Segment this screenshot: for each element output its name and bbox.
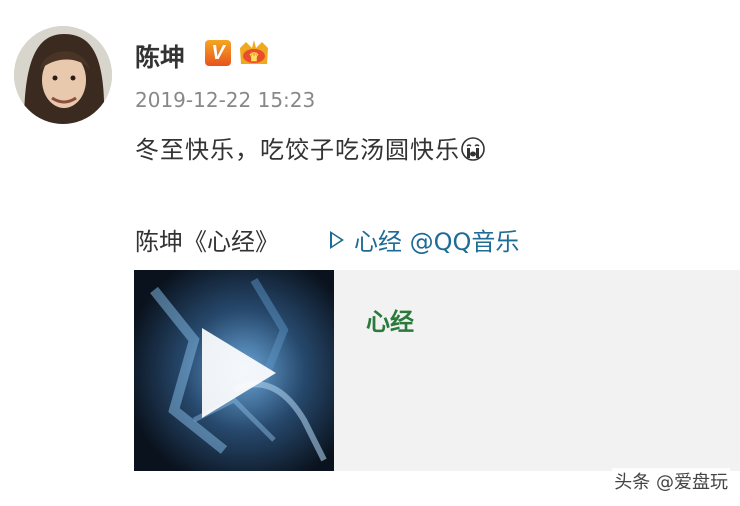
- play-icon: [330, 231, 344, 249]
- music-share-link-label: 心经 @QQ音乐: [354, 228, 520, 256]
- post-timestamp[interactable]: 2019-12-22 15:23: [135, 88, 315, 112]
- music-card[interactable]: 心经: [134, 270, 740, 471]
- avatar[interactable]: [14, 26, 112, 124]
- album-cover[interactable]: [134, 270, 334, 471]
- music-share-link[interactable]: 心经 @QQ音乐: [330, 222, 519, 257]
- share-prefix: 陈坤《心经》: [135, 228, 279, 256]
- crown-member-icon[interactable]: ♛: [237, 38, 271, 68]
- svg-text:♛: ♛: [249, 50, 260, 64]
- crying-face-emoji-icon: [460, 136, 486, 162]
- post-text: 冬至快乐，吃饺子吃汤圆快乐: [135, 130, 486, 165]
- card-title[interactable]: 心经: [366, 302, 414, 337]
- username[interactable]: 陈坤: [135, 38, 185, 74]
- verified-v-icon: V: [205, 40, 231, 66]
- watermark: 头条 @爱盘玩: [612, 468, 730, 494]
- post-text-content: 冬至快乐，吃饺子吃汤圆快乐: [135, 136, 460, 164]
